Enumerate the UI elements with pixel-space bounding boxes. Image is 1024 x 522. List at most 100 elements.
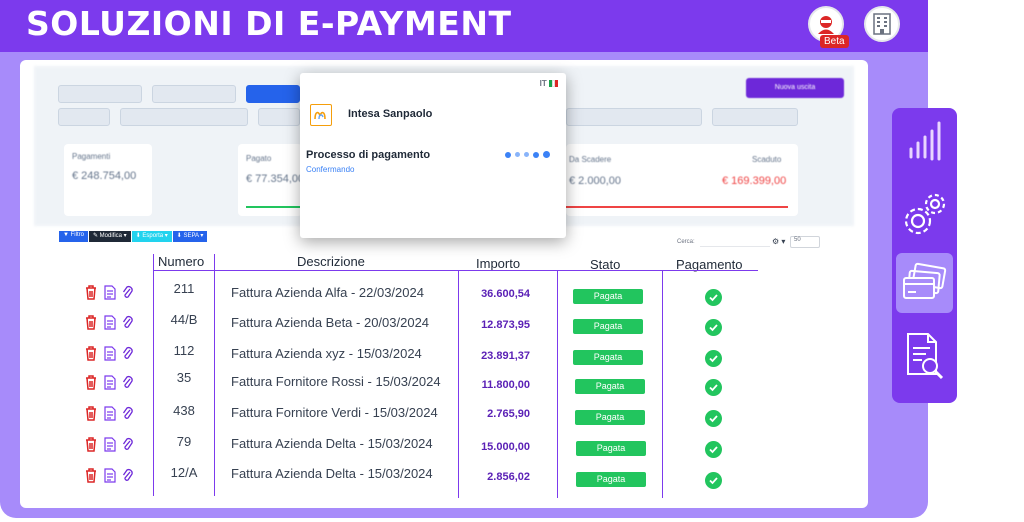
process-title: Processo di pagamento — [306, 149, 431, 161]
trash-icon[interactable] — [84, 467, 98, 483]
row-numero: 44/B — [170, 312, 198, 327]
attachment-icon[interactable] — [122, 346, 134, 361]
check-circle-icon — [705, 410, 722, 427]
bg-filter-pill — [566, 108, 702, 126]
bg-card-label: Pagamenti — [72, 152, 111, 161]
row-importo: 2.765,90 — [487, 408, 530, 420]
row-actions — [84, 314, 134, 330]
process-status: Confermando — [306, 165, 355, 174]
row-descrizione: Fattura Azienda Delta - 15/03/2024 — [231, 436, 433, 451]
sidebar-item-payments[interactable] — [896, 253, 953, 313]
chart-icon — [909, 121, 940, 161]
row-descrizione: Fattura Fornitore Rossi - 15/03/2024 — [231, 374, 441, 389]
col-divider — [557, 270, 558, 498]
bg-card-value: € 248.754,00 — [72, 170, 137, 182]
sidebar-item-stats[interactable] — [896, 112, 953, 172]
row-actions — [84, 436, 134, 452]
bg-filter-pill — [712, 108, 798, 126]
check-circle-icon — [705, 319, 722, 336]
document-icon[interactable] — [104, 436, 116, 452]
trash-icon[interactable] — [84, 374, 98, 390]
export-button[interactable]: ⬇ Esporta ▾ — [131, 231, 172, 242]
bg-card-label: Da Scadere — [569, 155, 612, 164]
bg-card-value: € 77.354,00 — [246, 173, 305, 185]
document-icon[interactable] — [104, 374, 116, 390]
attachment-icon[interactable] — [122, 285, 134, 300]
bank-logo — [310, 104, 332, 126]
row-actions — [84, 374, 134, 390]
bg-filter-pill — [258, 108, 300, 126]
row-descrizione: Fattura Azienda Beta - 20/03/2024 — [231, 315, 430, 330]
col-header-numero: Numero — [158, 254, 205, 269]
attachment-icon[interactable] — [122, 315, 134, 330]
payment-modal: IT Intesa Sanpaolo Processo di pagamento… — [300, 73, 566, 238]
report-search-icon — [906, 333, 943, 380]
col-divider — [214, 254, 215, 496]
check-circle-icon — [705, 441, 722, 458]
bg-progress — [246, 206, 300, 208]
row-actions — [84, 467, 134, 483]
row-numero: 211 — [173, 281, 195, 296]
attachment-icon[interactable] — [122, 406, 134, 421]
beta-badge: Beta — [820, 35, 849, 48]
filter-button[interactable]: ▼ Filtro — [59, 231, 88, 242]
per-page-select[interactable]: 50 — [790, 236, 820, 248]
building-icon[interactable] — [864, 6, 900, 42]
document-icon[interactable] — [104, 314, 116, 330]
sepa-button[interactable]: ⬇ SEPA ▾ — [172, 231, 208, 242]
attachment-icon[interactable] — [122, 468, 134, 483]
row-importo: 36.600,54 — [481, 288, 530, 300]
bg-filter-pill — [152, 85, 236, 103]
bg-card-label: Scaduto — [752, 155, 782, 164]
row-numero: 438 — [173, 403, 195, 418]
status-badge: Pagata — [573, 319, 643, 334]
row-descrizione: Fattura Azienda Delta - 15/03/2024 — [231, 466, 433, 481]
settings-icon[interactable]: ⚙ ▾ — [772, 237, 785, 246]
sidebar-item-settings[interactable] — [896, 184, 953, 244]
bg-filter-pill-active — [246, 85, 300, 103]
status-badge: Pagata — [575, 410, 645, 425]
status-badge: Pagata — [576, 472, 646, 487]
search-label: Cerca: — [677, 239, 695, 245]
edit-button[interactable]: ✎ Modifica ▾ — [88, 231, 131, 242]
col-divider — [458, 270, 459, 498]
header-banner: SOLUZIONI DI E-PAYMENT Beta — [0, 0, 928, 52]
bg-filter-pill — [58, 108, 110, 126]
header-divider — [154, 270, 758, 271]
attachment-icon[interactable] — [122, 437, 134, 452]
trash-icon[interactable] — [84, 284, 98, 300]
lang-flag[interactable]: IT — [540, 79, 558, 88]
bg-filter-pill — [58, 85, 142, 103]
page-title: SOLUZIONI DI E-PAYMENT — [26, 4, 512, 43]
sidebar-item-reports[interactable] — [896, 326, 953, 386]
document-icon[interactable] — [104, 345, 116, 361]
bg-progress — [566, 206, 788, 208]
row-actions — [84, 405, 134, 421]
gears-icon — [904, 193, 945, 235]
search-input[interactable] — [700, 236, 770, 247]
row-descrizione: Fattura Fornitore Verdi - 15/03/2024 — [231, 405, 438, 420]
document-icon[interactable] — [104, 405, 116, 421]
row-actions — [84, 284, 134, 300]
lang-label: IT — [539, 79, 547, 88]
bg-card-value: € 2.000,00 — [569, 175, 621, 187]
row-numero: 79 — [176, 434, 192, 449]
trash-icon[interactable] — [84, 405, 98, 421]
row-importo: 2.856,02 — [487, 471, 530, 483]
document-icon[interactable] — [104, 284, 116, 300]
status-badge: Pagata — [573, 350, 643, 365]
check-circle-icon — [705, 472, 722, 489]
cards-icon — [902, 262, 946, 299]
check-circle-icon — [705, 350, 722, 367]
bg-filter-pill — [120, 108, 248, 126]
check-circle-icon — [705, 379, 722, 396]
loading-dots — [505, 151, 550, 158]
col-header-descrizione: Descrizione — [297, 254, 365, 269]
table-toolbar: ▼ Filtro ✎ Modifica ▾ ⬇ Esporta ▾ ⬇ SEPA… — [59, 231, 208, 242]
trash-icon[interactable] — [84, 345, 98, 361]
trash-icon[interactable] — [84, 314, 98, 330]
document-icon[interactable] — [104, 467, 116, 483]
attachment-icon[interactable] — [122, 375, 134, 390]
right-sidebar — [892, 108, 957, 403]
trash-icon[interactable] — [84, 436, 98, 452]
